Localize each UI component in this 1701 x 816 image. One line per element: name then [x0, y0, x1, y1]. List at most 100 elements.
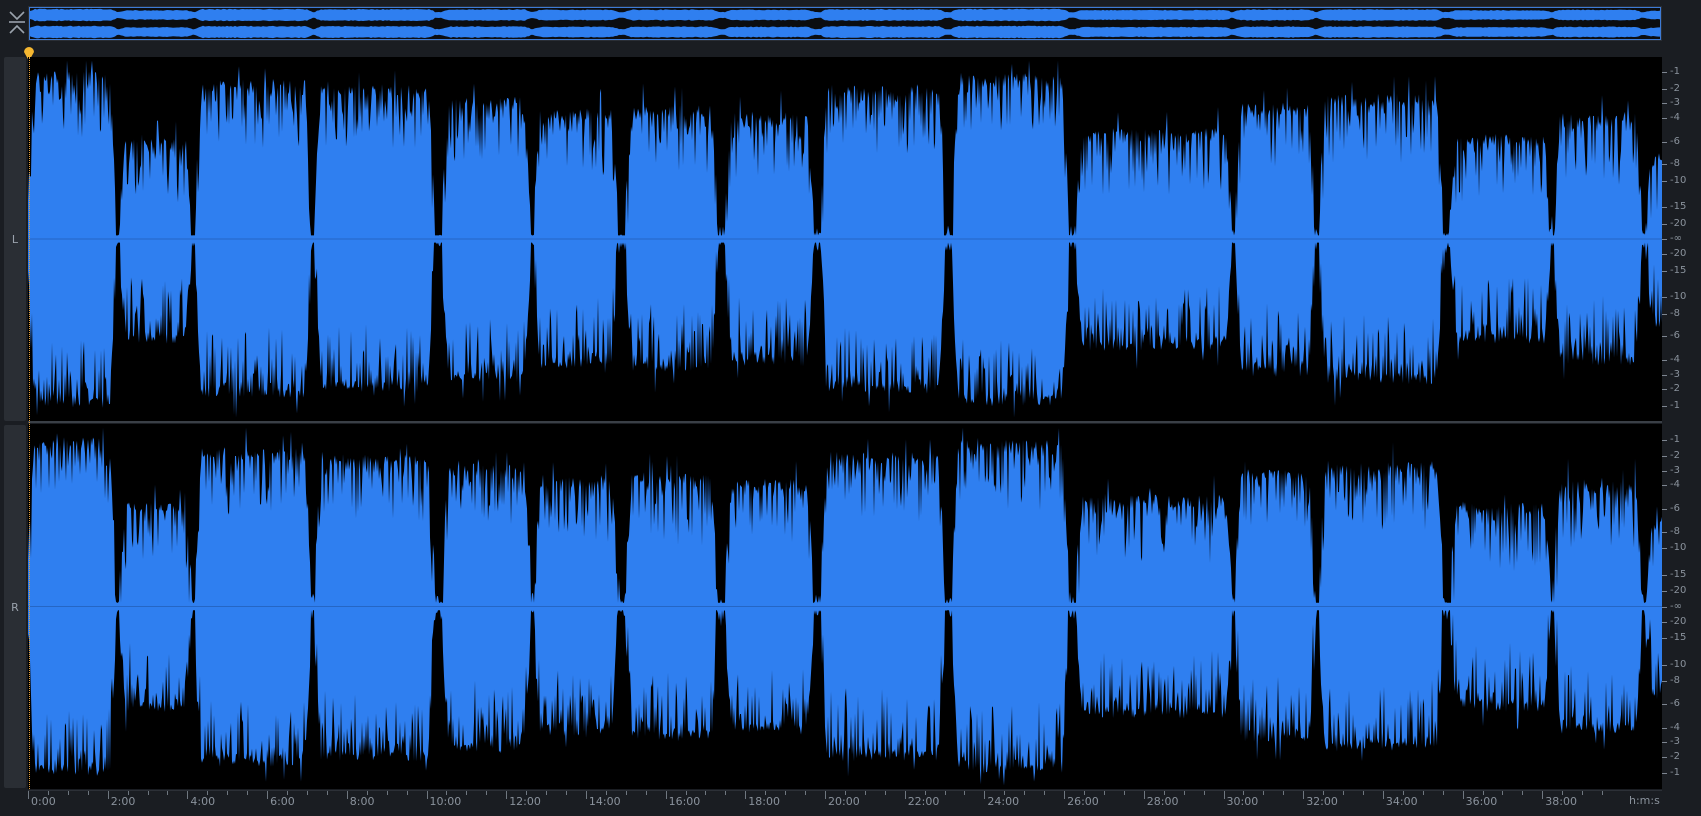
db-tick	[1662, 239, 1667, 240]
channel-label-right: R	[11, 601, 19, 614]
db-label: -6	[1670, 135, 1680, 147]
channel-divider[interactable]	[28, 421, 1662, 423]
time-tick	[1382, 791, 1384, 799]
db-label: -3	[1670, 736, 1680, 748]
time-label: 38:00	[1545, 795, 1577, 808]
db-tick	[1662, 254, 1667, 256]
time-subtick	[227, 791, 229, 795]
time-subtick	[785, 791, 787, 795]
db-tick	[1662, 103, 1667, 105]
time-tick	[426, 791, 428, 799]
db-label: -4	[1670, 721, 1680, 733]
db-tick	[1662, 117, 1667, 119]
time-label: 12:00	[509, 795, 541, 808]
db-tick	[1662, 531, 1667, 533]
time-subtick	[366, 791, 368, 795]
db-tick	[1662, 72, 1667, 74]
time-label: 22:00	[907, 795, 940, 808]
db-tick	[1662, 727, 1667, 729]
time-subtick	[1103, 791, 1105, 795]
waveform-channel-left[interactable]	[28, 57, 1662, 421]
time-subtick	[1602, 791, 1604, 795]
time-subtick	[306, 791, 308, 795]
time-tick	[984, 791, 986, 799]
time-subtick	[1362, 791, 1364, 795]
db-label: -8	[1670, 525, 1680, 537]
time-subtick	[546, 791, 548, 795]
time-subtick	[645, 791, 647, 795]
db-tick	[1662, 548, 1667, 550]
db-tick	[1662, 455, 1667, 457]
db-label: -10	[1670, 658, 1687, 670]
time-tick	[187, 791, 189, 799]
db-tick	[1662, 638, 1667, 640]
collapse-expand-icon[interactable]	[6, 8, 28, 38]
time-tick	[1223, 791, 1225, 799]
db-label: -4	[1670, 111, 1680, 123]
time-label: 36:00	[1465, 795, 1498, 808]
channel-tab-left[interactable]: L	[4, 57, 26, 421]
playhead-line	[29, 57, 30, 789]
db-label: -1	[1670, 66, 1680, 78]
time-subtick	[326, 791, 328, 795]
time-subtick	[287, 791, 289, 795]
time-subtick	[725, 791, 727, 795]
db-label: -8	[1670, 158, 1680, 170]
time-label: 6:00	[270, 795, 295, 808]
time-subtick	[844, 791, 846, 795]
db-tick	[1662, 270, 1667, 272]
db-label: -15	[1670, 264, 1687, 276]
time-tick	[1462, 791, 1464, 799]
db-label: -4	[1670, 354, 1680, 366]
db-tick	[1662, 606, 1667, 608]
db-label: -1	[1670, 767, 1680, 779]
time-label: 32:00	[1306, 795, 1338, 808]
time-subtick	[1243, 791, 1245, 795]
db-label: -2	[1670, 751, 1680, 763]
db-tick	[1662, 704, 1667, 706]
time-label: 2:00	[110, 795, 136, 808]
time-tick	[346, 791, 348, 799]
time-subtick	[565, 791, 567, 795]
time-unit-label: h:m:s	[1629, 794, 1660, 807]
time-subtick	[167, 791, 169, 795]
time-tick	[1303, 791, 1305, 799]
channel-tab-right[interactable]: R	[4, 425, 26, 788]
time-subtick	[1422, 791, 1424, 795]
time-subtick	[247, 791, 249, 795]
waveform-channel-right[interactable]	[28, 424, 1662, 789]
time-label: 8:00	[349, 795, 375, 808]
time-label: 26:00	[1067, 795, 1099, 808]
time-ruler[interactable]: 0:00 2:00 4:00 6:00 8:00 10:00 12:00 14:00 16:00…	[28, 790, 1662, 814]
db-label: -4	[1670, 479, 1680, 491]
db-tick	[1662, 622, 1667, 623]
time-tick	[745, 791, 747, 799]
db-tick	[1662, 664, 1667, 666]
db-tick	[1662, 374, 1667, 376]
db-tick	[1662, 223, 1667, 225]
time-subtick	[964, 791, 966, 795]
time-subtick	[87, 791, 89, 795]
overview-waveform-navigator[interactable]	[28, 6, 1662, 41]
db-label: -1	[1670, 433, 1680, 445]
db-tick	[1662, 180, 1667, 182]
time-subtick	[1183, 791, 1185, 795]
db-tick	[1662, 141, 1667, 143]
overview-selection-frame[interactable]	[29, 7, 1661, 40]
time-subtick	[1582, 791, 1584, 795]
db-tick	[1662, 470, 1667, 472]
time-subtick	[127, 791, 129, 795]
time-subtick	[625, 791, 627, 795]
db-label: -10	[1670, 174, 1687, 186]
time-tick	[28, 791, 29, 799]
db-label: -3	[1670, 97, 1680, 109]
time-subtick	[47, 791, 49, 795]
db-label: -1	[1670, 399, 1680, 411]
db-label: -3	[1670, 464, 1680, 476]
time-subtick	[1283, 791, 1285, 795]
db-tick	[1662, 297, 1667, 299]
time-tick	[1064, 791, 1066, 799]
db-label: -6	[1670, 698, 1680, 710]
db-tick	[1662, 757, 1667, 759]
time-label: 10:00	[429, 795, 462, 808]
